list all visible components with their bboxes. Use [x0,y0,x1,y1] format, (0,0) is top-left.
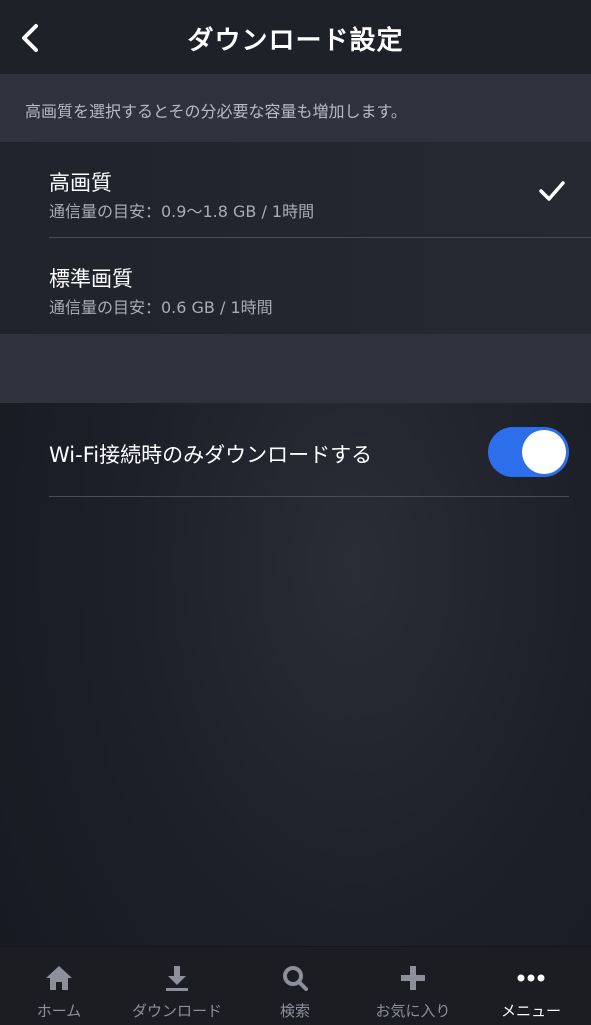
quality-options: 高画質 通信量の目安：0.9〜1.8 GB / 1時間 標準画質 通信量の目安：… [0,142,591,334]
wifi-only-row: Wi-Fi接続時のみダウンロードする [0,403,591,497]
description-text: 高画質を選択するとその分必要な容量も増加します。 [25,102,407,121]
tab-search[interactable]: 検索 [236,947,354,1025]
plus-icon [401,966,425,990]
tab-home[interactable]: ホーム [0,947,118,1025]
tab-download[interactable]: ダウンロード [118,947,236,1025]
divider [49,496,569,497]
download-icon [166,966,188,991]
option-sublabel: 通信量の目安：0.9〜1.8 GB / 1時間 [49,202,315,221]
more-dots-icon [517,974,545,982]
tab-favorites[interactable]: お気に入り [354,947,472,1025]
description-band: 高画質を選択するとその分必要な容量も増加します。 [0,74,591,142]
home-icon [46,966,72,990]
checkmark-icon [539,181,565,201]
tab-label: メニュー [500,1002,561,1020]
option-sublabel: 通信量の目安：0.6 GB / 1時間 [49,298,273,317]
search-icon [283,966,308,991]
tab-menu[interactable]: メニュー [472,947,590,1025]
header: ダウンロード設定 [0,0,591,74]
option-high-quality[interactable]: 高画質 通信量の目安：0.9〜1.8 GB / 1時間 [0,142,591,237]
option-label: 標準画質 [49,267,133,291]
tab-label: ホーム [36,1002,82,1020]
tab-label: お気に入り [375,1002,451,1020]
option-label: 高画質 [49,171,112,195]
tab-label: ダウンロード [131,1002,222,1020]
section-separator [0,334,591,403]
wifi-only-toggle[interactable] [488,427,569,477]
option-standard-quality[interactable]: 標準画質 通信量の目安：0.6 GB / 1時間 [0,238,591,333]
wifi-only-label: Wi-Fi接続時のみダウンロードする [49,443,373,467]
tab-label: 検索 [279,1002,310,1020]
page-title: ダウンロード設定 [187,26,404,56]
tab-bar: ホーム ダウンロード 検索 お気に入り メニュー [0,946,591,1025]
toggle-knob [522,430,566,474]
